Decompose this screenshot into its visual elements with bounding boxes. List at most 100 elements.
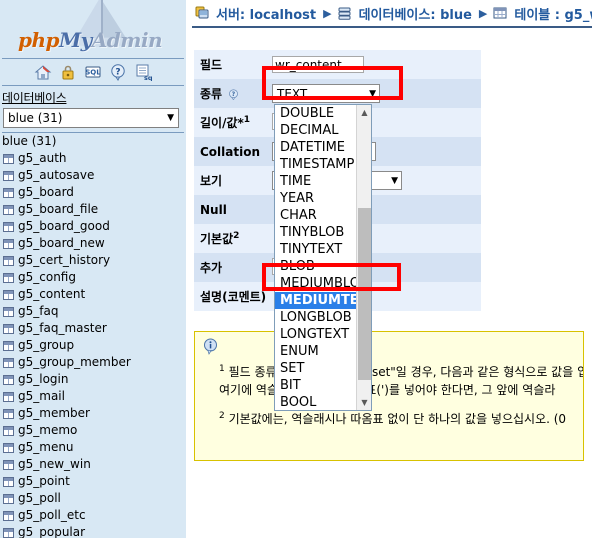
- breadcrumb-server[interactable]: 서버: localhost: [216, 4, 316, 23]
- label-comment: 설명(코멘트): [194, 282, 268, 311]
- table-list-item[interactable]: g5_cert_history: [0, 252, 186, 269]
- table-list-item[interactable]: g5_point: [0, 473, 186, 490]
- table-icon: [493, 7, 507, 19]
- table-list-item[interactable]: g5_faq: [0, 303, 186, 320]
- table-icon: [3, 374, 14, 385]
- server-icon: [195, 6, 209, 19]
- phpmyadmin-logo-block: phpMyAdmin: [0, 0, 186, 58]
- label-length: 길이/값*1: [194, 108, 268, 137]
- table-list-item-label: g5_memo: [18, 423, 78, 437]
- home-icon[interactable]: [34, 63, 52, 81]
- table-icon: [3, 204, 14, 215]
- table-list-item-label: g5_config: [18, 270, 76, 284]
- type-dropdown-list[interactable]: DOUBLE DECIMAL DATETIME TIMESTAMP TIME YEAR CH…: [274, 104, 372, 411]
- table-list-item[interactable]: g5_content: [0, 286, 186, 303]
- label-default: 기본값2: [194, 224, 268, 253]
- type-select-value: TEXT: [277, 86, 308, 101]
- table-list-item[interactable]: g5_board_file: [0, 201, 186, 218]
- table-list-item-label: g5_point: [18, 474, 70, 488]
- table-list-item[interactable]: g5_member: [0, 405, 186, 422]
- dropdown-scrollbar[interactable]: ▲ ▼: [356, 105, 371, 410]
- table-list-item-label: g5_board_new: [18, 236, 105, 250]
- chevron-down-icon: ▼: [167, 113, 174, 123]
- scroll-down-arrow[interactable]: ▼: [357, 395, 371, 410]
- form-row-field: 필드 wr_content: [194, 50, 481, 79]
- table-icon: [3, 306, 14, 317]
- logo-admin: Admin: [91, 28, 163, 52]
- table-list-item-label: g5_board_good: [18, 219, 110, 233]
- table-list-item[interactable]: g5_mail: [0, 388, 186, 405]
- table-list-item-label: g5_content: [18, 287, 86, 301]
- chevron-down-icon: ▼: [369, 88, 376, 99]
- screen: phpMyAdmin SQL ? sq 데이터베이스 blue (31) ▼ b…: [0, 0, 592, 538]
- table-list-item[interactable]: g5_board_good: [0, 218, 186, 235]
- note-2-number: 2: [219, 411, 225, 421]
- breadcrumb-database[interactable]: 데이터베이스: blue: [359, 4, 472, 23]
- table-icon: [3, 323, 14, 334]
- navigation-panel: phpMyAdmin SQL ? sq 데이터베이스 blue (31) ▼ b…: [0, 0, 186, 538]
- breadcrumb-sep-2: ▶: [478, 6, 488, 20]
- table-list-item[interactable]: g5_faq_master: [0, 320, 186, 337]
- field-name-input[interactable]: wr_content: [272, 56, 364, 73]
- table-list-item[interactable]: g5_menu: [0, 439, 186, 456]
- table-list-item[interactable]: g5_popular: [0, 524, 186, 538]
- database-icon: [338, 7, 351, 20]
- table-icon: [3, 357, 14, 368]
- help-icon[interactable]: ?: [109, 63, 127, 81]
- label-attributes: 보기: [194, 166, 268, 195]
- svg-text:SQL: SQL: [85, 69, 101, 77]
- table-list-item-label: g5_menu: [18, 440, 74, 454]
- table-icon: [3, 391, 14, 402]
- nav-icon-bar: SQL ? sql: [0, 59, 186, 85]
- sql-icon[interactable]: SQL: [84, 63, 102, 81]
- table-list-item[interactable]: g5_auth: [0, 150, 186, 167]
- breadcrumb-sep-1: ▶: [323, 6, 332, 20]
- table-icon: [3, 340, 14, 351]
- table-list-item[interactable]: g5_group: [0, 337, 186, 354]
- table-icon: [3, 459, 14, 470]
- table-list-item-label: g5_group: [18, 338, 75, 352]
- type-help-icon[interactable]: ?: [228, 89, 239, 100]
- table-list-item[interactable]: g5_group_member: [0, 354, 186, 371]
- table-icon: [3, 153, 14, 164]
- table-list-item-label: g5_group_member: [18, 355, 131, 369]
- label-field: 필드: [194, 50, 268, 79]
- lock-icon[interactable]: [59, 63, 77, 81]
- table-list-item-label: g5_autosave: [18, 168, 95, 182]
- table-list-item[interactable]: g5_config: [0, 269, 186, 286]
- table-list-item-label: g5_new_win: [18, 457, 91, 471]
- note-2-line-1: 기본값에는, 역슬래시나 따옴표 없이 단 하나의 값을 넣으십시오. (0: [228, 412, 567, 426]
- database-select[interactable]: blue (31) ▼: [3, 108, 179, 128]
- table-list-item[interactable]: g5_autosave: [0, 167, 186, 184]
- breadcrumb-table[interactable]: 테이블 : g5_writ: [514, 4, 592, 23]
- table-list-item[interactable]: g5_poll: [0, 490, 186, 507]
- table-list-item[interactable]: g5_memo: [0, 422, 186, 439]
- table-list-item[interactable]: g5_login: [0, 371, 186, 388]
- label-null: Null: [194, 195, 268, 224]
- scroll-up-arrow[interactable]: ▲: [357, 105, 371, 120]
- table-list-item[interactable]: g5_poll_etc: [0, 507, 186, 524]
- phpmyadmin-wordmark: phpMyAdmin: [18, 28, 163, 52]
- note-2: 2 기본값에는, 역슬래시나 따옴표 없이 단 하나의 값을 넣으십시오. (0: [219, 407, 566, 428]
- database-section-label: 데이터베이스: [2, 91, 67, 105]
- current-database-title: blue (31): [2, 134, 57, 148]
- help-note-box: 1 필드 종류가 "enum" 또는 "set"일 경우, 다음과 같은 형식으…: [194, 331, 584, 461]
- svg-text:?: ?: [232, 92, 236, 98]
- table-list-item-label: g5_faq: [18, 304, 59, 318]
- table-icon: [3, 442, 14, 453]
- table-list-item-label: g5_poll_etc: [18, 508, 86, 522]
- breadcrumb: 서버: localhost ▶ 데이터베이스: blue ▶ 테이블 : g5_…: [186, 0, 592, 26]
- type-select[interactable]: TEXT ▼: [272, 84, 380, 103]
- note-1-line-2: 여기에 역슬래시(\) 또는 따옴표(')를 넣어야 한다면, 그 앞에 역슬라: [219, 383, 556, 397]
- scrollbar-thumb[interactable]: [358, 208, 371, 380]
- table-list-item-label: g5_board_file: [18, 202, 99, 216]
- table-icon: [3, 425, 14, 436]
- table-list-item[interactable]: g5_new_win: [0, 456, 186, 473]
- table-icon: [3, 289, 14, 300]
- table-list-item[interactable]: g5_board_new: [0, 235, 186, 252]
- label-collation: Collation: [194, 137, 268, 166]
- table-list-item-label: g5_board: [18, 185, 74, 199]
- table-icon: [3, 476, 14, 487]
- table-list-item[interactable]: g5_board: [0, 184, 186, 201]
- sql-doc-icon[interactable]: sql: [134, 63, 152, 81]
